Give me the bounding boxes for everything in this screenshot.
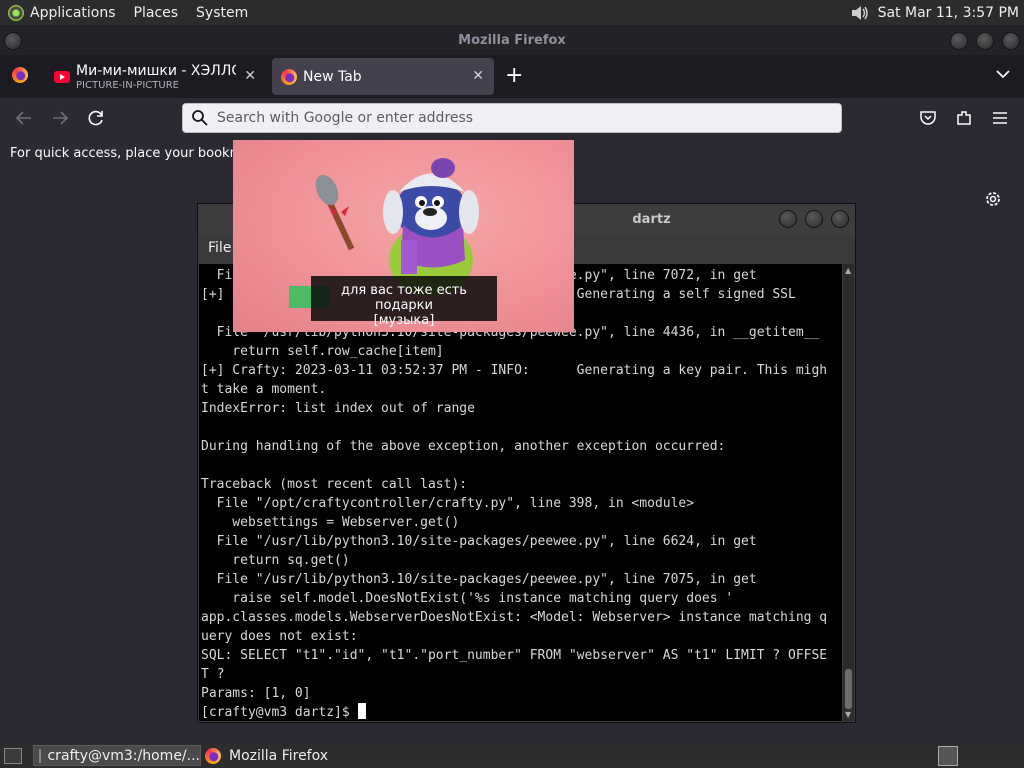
- close-window-button[interactable]: [831, 210, 849, 228]
- window-menu-button[interactable]: [4, 32, 22, 50]
- terminal-line: t take a moment.: [201, 382, 327, 397]
- maximize-button[interactable]: [805, 210, 823, 228]
- firefox-icon: [281, 68, 297, 85]
- address-bar[interactable]: Search with Google or enter address: [182, 103, 842, 133]
- terminal-scrollbar[interactable]: ▲ ▼: [843, 264, 854, 721]
- terminal-line: T ?: [201, 667, 225, 682]
- show-desktop-icon[interactable]: [4, 748, 22, 764]
- chevron-down-icon[interactable]: [995, 66, 1011, 82]
- subtitle-line-2: [музыка]: [373, 313, 435, 328]
- workspace-switcher[interactable]: [938, 746, 958, 766]
- subtitle-line-1: для вас тоже есть подарки: [341, 283, 467, 313]
- distro-logo-icon[interactable]: [8, 4, 24, 21]
- new-tab-button[interactable]: +: [505, 63, 523, 88]
- reload-icon[interactable]: [86, 108, 106, 128]
- back-arrow-icon[interactable]: [14, 108, 34, 128]
- tab-close-icon[interactable]: ✕: [244, 68, 256, 84]
- menu-places[interactable]: Places: [134, 5, 179, 21]
- tab-new-tab[interactable]: New Tab ✕: [272, 58, 494, 95]
- terminal-line: app.classes.models.WebserverDoesNotExist…: [201, 610, 828, 625]
- terminal-line: File "/opt/craftycontroller/crafty.py", …: [201, 496, 695, 511]
- terminal-line: return sq.get(): [201, 553, 350, 568]
- taskbar-item-label: crafty@vm3:/home/...: [47, 747, 200, 764]
- taskbar-item-firefox[interactable]: Mozilla Firefox: [205, 745, 328, 766]
- terminal-line: File "/usr/lib/python3.10/site-packages/…: [201, 534, 757, 549]
- terminal-icon: [39, 748, 42, 763]
- tab-pip-sublabel: PICTURE-IN-PICTURE: [76, 80, 179, 91]
- terminal-line: raise self.model.DoesNotExist('%s instan…: [201, 591, 734, 606]
- window-title: Mozilla Firefox: [458, 32, 566, 48]
- hamburger-menu-icon[interactable]: [990, 108, 1010, 128]
- terminal-line: Traceback (most recent call last):: [201, 477, 468, 492]
- bottom-panel: crafty@vm3:/home/... Mozilla Firefox: [0, 743, 1024, 768]
- clock[interactable]: Sat Mar 11, 3:57 PM: [878, 5, 1019, 21]
- firefox-view-icon[interactable]: [12, 67, 28, 83]
- tab-close-icon[interactable]: ✕: [472, 68, 484, 84]
- terminal-line: SQL: SELECT "t1"."id", "t1"."port_number…: [201, 648, 828, 663]
- firefox-titlebar[interactable]: Mozilla Firefox: [0, 25, 1024, 55]
- terminal-cursor: [357, 703, 366, 719]
- terminal-line: During handling of the above exception, …: [201, 439, 726, 454]
- taskbar-item-label: Mozilla Firefox: [229, 747, 329, 764]
- terminal-line: Params: [1, 0]: [201, 686, 311, 701]
- terminal-output[interactable]: File "/usr/lib/python3.10/site-packages/…: [199, 264, 842, 721]
- scroll-up-arrow-icon[interactable]: ▲: [845, 266, 851, 275]
- terminal-line: websettings = Webserver.get(): [201, 515, 460, 530]
- terminal-line: [+] Crafty: 2023-03-11 03:52:37 PM - INF…: [201, 363, 828, 378]
- volume-icon[interactable]: [850, 4, 870, 22]
- extensions-puzzle-icon[interactable]: [954, 108, 974, 128]
- tab-title: New Tab: [303, 68, 362, 85]
- video-subtitle: для вас тоже есть подарки [музыка]: [311, 276, 497, 328]
- terminal-title: dartz: [632, 211, 671, 227]
- gear-icon[interactable]: [983, 189, 1003, 209]
- menu-applications[interactable]: Applications: [30, 5, 116, 21]
- scrollbar-thumb[interactable]: [845, 669, 852, 709]
- firefox-icon: [205, 747, 221, 764]
- terminal-line: return self.row_cache[item]: [201, 344, 444, 359]
- terminal-line: IndexError: list index out of range: [201, 401, 475, 416]
- scroll-down-arrow-icon[interactable]: ▼: [845, 710, 851, 719]
- youtube-icon: [54, 70, 70, 83]
- terminal-line: uery does not exist:: [201, 629, 358, 644]
- menu-system[interactable]: System: [196, 5, 248, 21]
- close-window-button[interactable]: [1002, 32, 1020, 50]
- top-panel: Applications Places System Sat Mar 11, 3…: [0, 0, 1024, 25]
- minimize-button[interactable]: [950, 32, 968, 50]
- tab-title: Ми-ми-мишки - ХЭЛЛОУИН: [76, 63, 236, 79]
- minimize-button[interactable]: [779, 210, 797, 228]
- maximize-button[interactable]: [976, 32, 994, 50]
- menu-file[interactable]: File: [208, 240, 231, 256]
- pocket-icon[interactable]: [918, 108, 938, 128]
- picture-in-picture-window[interactable]: для вас тоже есть подарки [музыка]: [233, 140, 574, 332]
- terminal-line: File "/usr/lib/python3.10/site-packages/…: [201, 572, 757, 587]
- taskbar-item-terminal[interactable]: crafty@vm3:/home/...: [33, 745, 201, 766]
- shell-prompt: [crafty@vm3 dartz]$: [201, 705, 358, 720]
- tab-youtube-pip[interactable]: Ми-ми-мишки - ХЭЛЛОУИН PICTURE-IN-PICTUR…: [48, 58, 266, 95]
- terminal-prompt-line[interactable]: [crafty@vm3 dartz]$: [201, 703, 842, 721]
- forward-arrow-icon[interactable]: [50, 108, 70, 128]
- search-icon: [192, 110, 208, 126]
- address-bar-placeholder: Search with Google or enter address: [217, 110, 474, 126]
